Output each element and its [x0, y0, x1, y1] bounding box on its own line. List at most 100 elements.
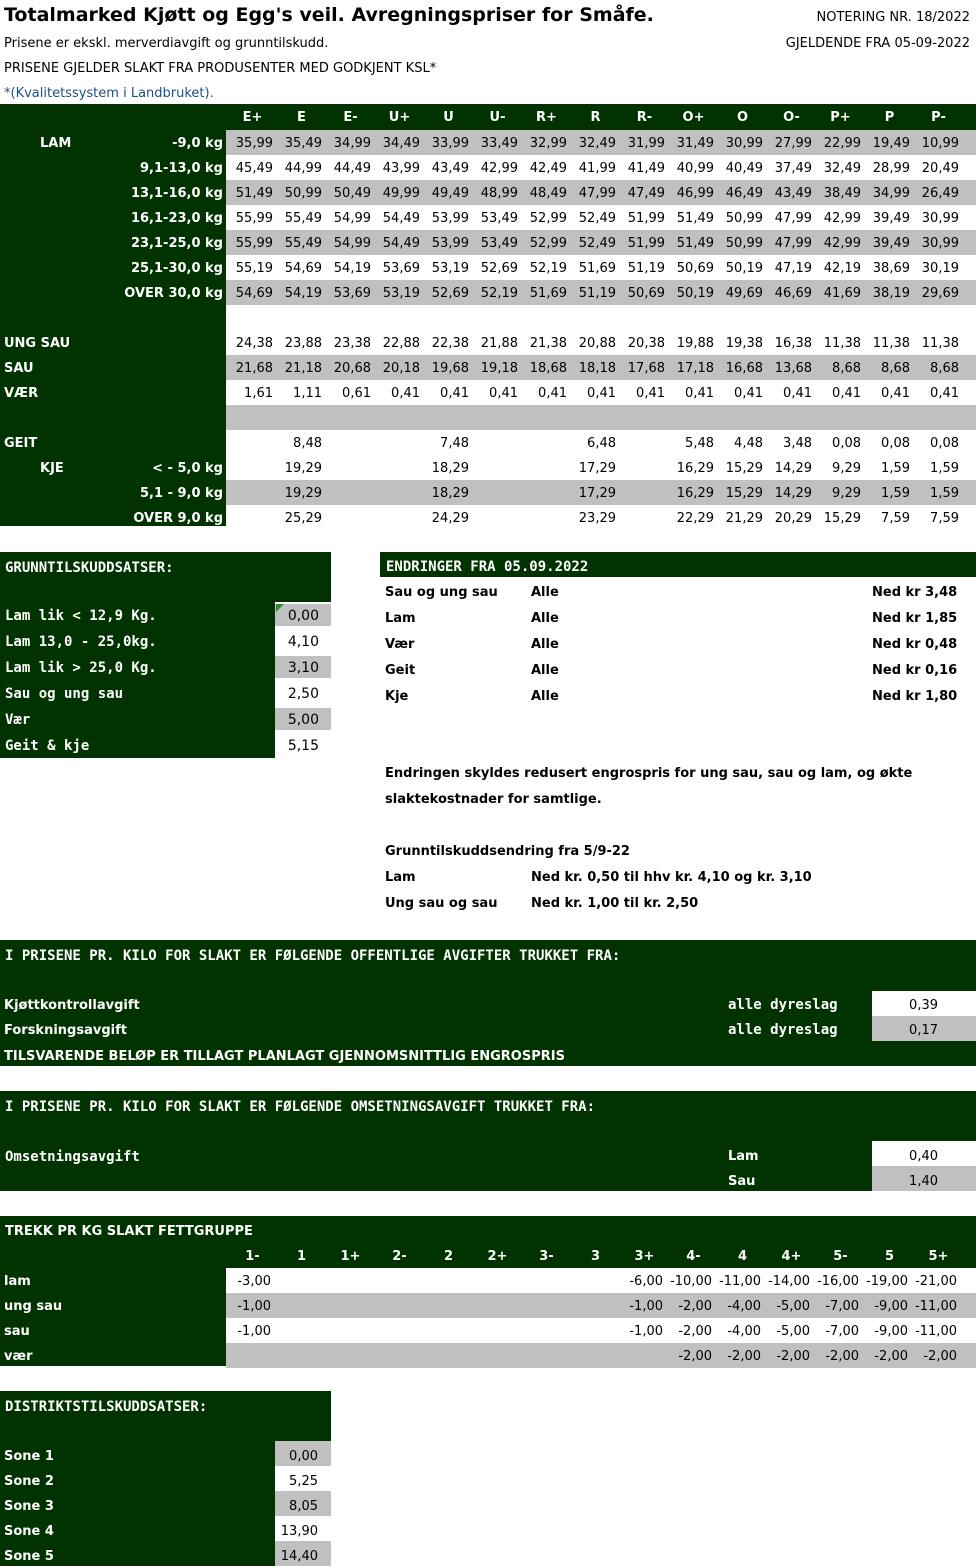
- price-cell: 19,49: [872, 136, 910, 151]
- offentlig-scope: alle dyreslag: [728, 997, 838, 1013]
- price-cell: 45,49: [235, 161, 273, 176]
- grunntilskudd-value: 4,10: [287, 634, 319, 650]
- endring-change: Ned kr 1,80: [872, 689, 958, 704]
- price-cell: 50,99: [725, 236, 763, 251]
- endringer-reason-line2: slaktekostnader for samtlige.: [385, 792, 602, 807]
- gt-change-label: Lam: [385, 870, 416, 885]
- fett-column-header: 5: [884, 1249, 895, 1264]
- omsetning-type: Lam: [728, 1149, 759, 1164]
- fett-cell: -7,00: [825, 1299, 859, 1314]
- distrikt-value: 0,00: [289, 1449, 318, 1464]
- fett-cell: -1,00: [629, 1324, 663, 1339]
- price-cell: 30,99: [921, 211, 959, 226]
- price-cell: 50,99: [284, 186, 322, 201]
- price-cell: 16,38: [774, 336, 812, 351]
- price-cell: 52,49: [578, 211, 616, 226]
- offentlig-value: 0,39: [909, 998, 938, 1013]
- price-cell: 44,99: [284, 161, 322, 176]
- price-row-shade: [226, 405, 976, 430]
- price-cell: 38,69: [872, 261, 910, 276]
- price-cell: 23,29: [578, 511, 616, 526]
- endring-type: Sau og ung sau: [385, 585, 498, 600]
- price-cell: 51,69: [578, 261, 616, 276]
- price-cell: 27,99: [774, 136, 812, 151]
- price-cell: 42,19: [823, 261, 861, 276]
- price-cell: 26,49: [921, 186, 959, 201]
- price-cell: 52,49: [578, 236, 616, 251]
- fett-column-header: 3: [590, 1249, 601, 1264]
- price-row-weight: 13,1-16,0 kg: [130, 186, 223, 201]
- price-cell: 51,19: [578, 286, 616, 301]
- price-cell: 8,68: [930, 361, 959, 376]
- price-cell: 50,99: [725, 211, 763, 226]
- price-cell: 18,29: [431, 461, 469, 476]
- price-row-group: UNG SAU: [4, 336, 71, 351]
- distrikt-label: Sone 2: [4, 1474, 54, 1489]
- price-column-header: E: [297, 110, 306, 125]
- price-cell: 5,48: [685, 436, 714, 451]
- omsetning-type: Sau: [728, 1174, 756, 1189]
- grunntilskudd-label: Lam 13,0 - 25,0kg.: [5, 634, 157, 650]
- price-cell: 53,99: [431, 236, 469, 251]
- price-cell: 46,49: [725, 186, 763, 201]
- fett-cell: -9,00: [874, 1324, 908, 1339]
- fettgruppe-title: TREKK PR KG SLAKT FETTGRUPPE: [5, 1224, 253, 1239]
- distrikt-value: 14,40: [280, 1549, 318, 1564]
- price-row-weight: OVER 30,0 kg: [124, 286, 223, 301]
- price-cell: 32,49: [578, 136, 616, 151]
- endring-change: Ned kr 0,48: [872, 637, 958, 652]
- price-row-weight: < - 5,0 kg: [152, 461, 223, 476]
- page-title: Totalmarked Kjøtt og Egg's veil. Avregni…: [4, 4, 654, 26]
- price-cell: 13,68: [774, 361, 812, 376]
- price-cell: 24,38: [235, 336, 273, 351]
- fett-row-label: vær: [4, 1349, 33, 1364]
- endring-scope: Alle: [531, 585, 559, 600]
- fett-cell: -2,00: [678, 1349, 712, 1364]
- price-cell: 54,69: [284, 261, 322, 276]
- price-cell: 53,19: [382, 286, 420, 301]
- price-cell: 42,99: [823, 211, 861, 226]
- price-cell: 0,41: [391, 386, 420, 401]
- price-cell: 15,29: [823, 511, 861, 526]
- price-cell: 20,29: [774, 511, 812, 526]
- endring-type: Geit: [385, 663, 416, 678]
- price-cell: 0,41: [783, 386, 812, 401]
- distrikt-label: Sone 3: [4, 1499, 54, 1514]
- price-cell: 50,69: [627, 286, 665, 301]
- fett-column-header: 5-: [833, 1249, 848, 1264]
- price-cell: 0,41: [832, 386, 861, 401]
- price-cell: 0,08: [832, 436, 861, 451]
- price-row-group: GEIT: [4, 436, 38, 451]
- price-cell: 29,69: [921, 286, 959, 301]
- price-cell: 54,49: [382, 236, 420, 251]
- grunntilskudd-label: Sau og ung sau: [5, 686, 124, 702]
- price-cell: 40,49: [725, 161, 763, 176]
- endring-type: Vær: [385, 637, 415, 652]
- price-cell: 16,29: [676, 486, 714, 501]
- price-cell: 32,99: [529, 136, 567, 151]
- fett-cell: -11,00: [915, 1324, 957, 1339]
- price-cell: 55,99: [235, 236, 273, 251]
- price-cell: 23,38: [333, 336, 371, 351]
- price-cell: 6,48: [587, 436, 616, 451]
- fett-cell: -21,00: [915, 1274, 957, 1289]
- price-cell: 37,49: [774, 161, 812, 176]
- distrikt-title: DISTRIKTSTILSKUDDSATSER:: [5, 1399, 208, 1415]
- distrikt-label: Sone 5: [4, 1549, 54, 1564]
- price-cell: 3,48: [783, 436, 812, 451]
- price-cell: 40,99: [676, 161, 714, 176]
- fett-row-label: ung sau: [4, 1299, 63, 1314]
- price-cell: 30,19: [921, 261, 959, 276]
- price-cell: 19,18: [480, 361, 518, 376]
- price-cell: 1,59: [930, 486, 959, 501]
- endring-change: Ned kr 3,48: [872, 585, 958, 600]
- price-cell: 18,68: [529, 361, 567, 376]
- price-column-header: E+: [242, 110, 263, 125]
- price-column-header: U: [443, 110, 454, 125]
- price-cell: 0,61: [342, 386, 371, 401]
- fett-row-label: sau: [4, 1324, 30, 1339]
- price-cell: 54,49: [382, 211, 420, 226]
- price-cell: 51,99: [627, 236, 665, 251]
- price-cell: 1,61: [244, 386, 273, 401]
- price-cell: 17,29: [578, 461, 616, 476]
